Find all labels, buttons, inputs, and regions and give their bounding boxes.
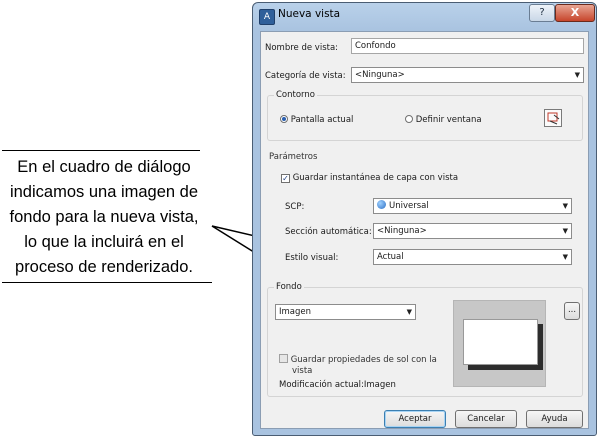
pick-window-icon <box>547 112 560 125</box>
view-category-value: <Ninguna> <box>355 70 405 80</box>
close-button[interactable]: X <box>555 4 595 22</box>
dialog-body: Nombre de vista: Confondo Categoría de v… <box>260 31 589 429</box>
view-name-input[interactable]: Confondo <box>351 38 584 54</box>
chevron-down-icon: ▼ <box>562 253 568 261</box>
boundary-group: Contorno Pantalla actual Definir ventana <box>267 90 583 141</box>
preview-image-frame <box>463 319 538 365</box>
checkbox-checked-icon: ✓ <box>281 174 290 183</box>
radio-selected-icon <box>280 115 288 123</box>
title-bar[interactable]: A Nueva vista ? X <box>253 3 596 29</box>
save-sun-properties-checkbox[interactable]: Guardar propiedades de sol con la vista <box>279 354 437 377</box>
visual-style-label: Estilo visual: <box>285 253 339 263</box>
annotation-line-3: fondo para la nueva vista, <box>9 208 199 226</box>
radio-current-display[interactable]: Pantalla actual <box>280 115 353 125</box>
view-name-label: Nombre de vista: <box>265 43 339 53</box>
save-sun-label-line1: Guardar propiedades de sol con la <box>290 355 437 365</box>
ucs-label: SCP: <box>285 202 305 212</box>
annotation-line-1: En el cuadro de diálogo <box>17 158 191 176</box>
view-category-label: Categoría de vista: <box>265 71 346 81</box>
annotation-callout: En el cuadro de diálogo indicamos una im… <box>2 150 212 283</box>
title-help-button[interactable]: ? <box>529 4 555 22</box>
annotation-line-4: lo que la incluirá en el <box>24 233 184 251</box>
background-type-select[interactable]: Imagen ▼ <box>275 304 416 320</box>
chevron-down-icon: ▼ <box>406 308 412 316</box>
help-button[interactable]: Ayuda <box>526 410 583 428</box>
view-category-select[interactable]: <Ninguna> ▼ <box>351 67 584 83</box>
ok-button[interactable]: Aceptar <box>384 410 446 428</box>
chevron-down-icon: ▼ <box>562 227 568 235</box>
parameters-section-title: Parámetros <box>269 152 318 162</box>
background-type-value: Imagen <box>279 307 312 317</box>
save-layer-snapshot-checkbox[interactable]: ✓ Guardar instantánea de capa con vista <box>281 173 458 183</box>
boundary-group-title: Contorno <box>274 90 317 100</box>
ucs-select[interactable]: Universal ▼ <box>373 198 572 214</box>
define-window-label: Definir ventana <box>415 115 482 125</box>
save-layer-snapshot-label: Guardar instantánea de capa con vista <box>292 173 459 183</box>
annotation-top-rule <box>2 150 200 151</box>
annotation-line-2: indicamos una imagen de <box>9 183 199 201</box>
autocad-app-icon: A <box>259 9 275 25</box>
radio-define-window[interactable]: Definir ventana <box>405 115 482 125</box>
checkbox-unchecked-icon <box>279 354 288 363</box>
live-section-label: Sección automática: <box>285 227 372 237</box>
chevron-down-icon: ▼ <box>574 71 580 79</box>
ucs-value: Universal <box>389 201 429 211</box>
background-browse-button[interactable]: ... <box>564 302 580 320</box>
annotation-line-5: proceso de renderizado. <box>15 258 193 276</box>
current-display-label: Pantalla actual <box>290 115 354 125</box>
current-override-text: Modificación actual:Imagen <box>279 380 396 390</box>
live-section-value: <Ninguna> <box>377 226 427 236</box>
background-preview <box>453 300 546 387</box>
chevron-down-icon: ▼ <box>562 202 568 210</box>
new-view-dialog: A Nueva vista ? X Nombre de vista: Confo… <box>252 2 597 436</box>
window-title: Nueva vista <box>278 8 341 20</box>
save-sun-label-line2: vista <box>292 366 313 376</box>
visual-style-value: Actual <box>377 252 404 262</box>
visual-style-select[interactable]: Actual ▼ <box>373 249 572 265</box>
pick-window-button[interactable] <box>544 109 562 127</box>
live-section-select[interactable]: <Ninguna> ▼ <box>373 223 572 239</box>
annotation-bottom-rule <box>2 282 212 283</box>
globe-icon <box>377 200 386 209</box>
background-group-title: Fondo <box>274 282 304 292</box>
radio-unselected-icon <box>405 115 413 123</box>
cancel-button[interactable]: Cancelar <box>455 410 517 428</box>
